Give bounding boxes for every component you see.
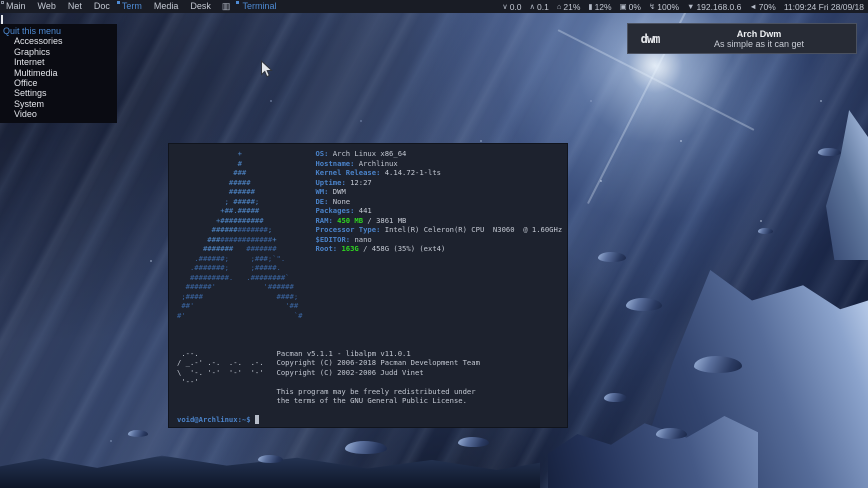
memory-usage-value: 12% (594, 1, 612, 12)
network-ip-value: 192.168.0.6 (696, 1, 742, 12)
tag-web[interactable]: Web (32, 0, 62, 13)
floating-rock (656, 428, 687, 439)
disk-usage-value: 21% (563, 1, 581, 12)
network-ip-icon: ▼ (687, 2, 695, 11)
mouse-pointer-icon (261, 60, 273, 78)
dwm-logo: dwm (640, 31, 661, 46)
battery-level-icon: ↯ (648, 2, 656, 11)
net-up-speed-value: 0.1 (537, 1, 549, 12)
status-network-ip: ▼ 192.168.0.6 (687, 2, 741, 12)
volume-level-icon: ◄ (749, 2, 757, 11)
tag-label: Net (67, 1, 82, 11)
notification-subtitle: As simple as it can get (713, 38, 805, 49)
floating-rock (258, 455, 283, 463)
floating-rock (128, 430, 148, 437)
memory-usage-icon: ▮ (588, 2, 593, 11)
layout-symbol-icon[interactable]: ▥ (217, 1, 236, 12)
floating-rock (598, 252, 626, 262)
disk-usage-icon: ⌂ (556, 2, 562, 11)
menu-item-multimedia[interactable]: Multimedia (0, 68, 117, 78)
tag-client-indicator (1, 1, 4, 4)
menu-item-graphics[interactable]: Graphics (0, 47, 117, 57)
tag-term[interactable]: Term (116, 0, 148, 13)
text-cursor (1, 15, 3, 24)
window-title[interactable]: Terminal (235, 0, 280, 13)
notification-popup[interactable]: dwm Arch Dwm As simple as it can get (627, 23, 857, 54)
tag-media[interactable]: Media (148, 0, 185, 13)
tag-label: Main (6, 1, 26, 11)
tag-list: Main Web Net Doc Term Media Desk (0, 0, 217, 13)
floating-rock (818, 148, 841, 156)
floating-rock (345, 441, 387, 454)
floating-rock (694, 356, 742, 373)
menu-item-accessories[interactable]: Accessories (0, 36, 117, 46)
menu-item-quit[interactable]: Quit this menu (0, 26, 117, 36)
net-down-speed-value: 0.0 (509, 1, 522, 12)
app-menu: Quit this menu Accessories Graphics Intern… (0, 24, 117, 123)
terminal-screen[interactable]: + OS: Arch Linux x86_64 # Hostname: Arch… (177, 149, 567, 425)
tag-doc[interactable]: Doc (88, 0, 116, 13)
tag-label: Media (153, 1, 179, 11)
status-net-up-speed: ∧ 0.1 (530, 2, 549, 12)
floating-rock (458, 437, 489, 447)
dwm-statusbar: Main Web Net Doc Term Media Desk ▥ Terminal ∨ 0… (0, 0, 868, 13)
status-volume-level: ◄ 70% (749, 2, 775, 12)
menu-item-settings[interactable]: Settings (0, 88, 117, 98)
menu-item-office[interactable]: Office (0, 78, 117, 88)
status-cpu-usage: ▣ 0% (620, 2, 641, 12)
focused-client-indicator (236, 1, 240, 4)
net-down-speed-icon: ∨ (502, 2, 508, 11)
floating-rock (626, 298, 662, 311)
status-area: ∨ 0.0 ∧ 0.1 ⌂ 21% ▮ 12% ▣ 0% ↯ 100% ▼ 192.168.0.6 ◄ 70%… (494, 0, 868, 13)
status-battery-level: ↯ 100% (649, 2, 679, 12)
cpu-usage-icon: ▣ (619, 2, 627, 11)
clock-value: 11:09:24 Fri 28/09/18 (783, 1, 864, 12)
status-net-down-speed: ∨ 0.0 (502, 2, 521, 12)
battery-level-value: 100% (657, 1, 680, 12)
menu-item-video[interactable]: Video (0, 109, 117, 119)
status-clock: 11:09:24 Fri 28/09/18 (784, 2, 864, 12)
tag-label: Web (37, 1, 56, 11)
tag-net[interactable]: Net (62, 0, 88, 13)
desktop: Main Web Net Doc Term Media Desk ▥ Terminal ∨ 0… (0, 0, 868, 488)
net-up-speed-icon: ∧ (529, 2, 536, 11)
tag-label: Term (121, 1, 142, 11)
status-memory-usage: ▮ 12% (588, 2, 611, 12)
volume-level-value: 70% (758, 1, 776, 12)
floating-rock (604, 393, 627, 402)
tag-desk[interactable]: Desk (184, 0, 217, 13)
cpu-usage-value: 0% (628, 1, 641, 12)
menu-item-system[interactable]: System (0, 99, 117, 109)
tag-label: Desk (190, 1, 211, 11)
status-disk-usage: ⌂ 21% (557, 2, 581, 12)
terminal-window[interactable]: + OS: Arch Linux x86_64 # Hostname: Arch… (168, 143, 568, 428)
tag-main[interactable]: Main (0, 0, 32, 13)
tag-client-indicator (116, 1, 120, 4)
floating-rock (758, 228, 773, 234)
menu-item-internet[interactable]: Internet (0, 57, 117, 67)
notification-text: Arch Dwm As simple as it can get (672, 29, 856, 49)
window-title-label: Terminal (242, 1, 277, 11)
tag-label: Doc (93, 1, 110, 11)
notification-title: Arch Dwm (736, 28, 782, 39)
